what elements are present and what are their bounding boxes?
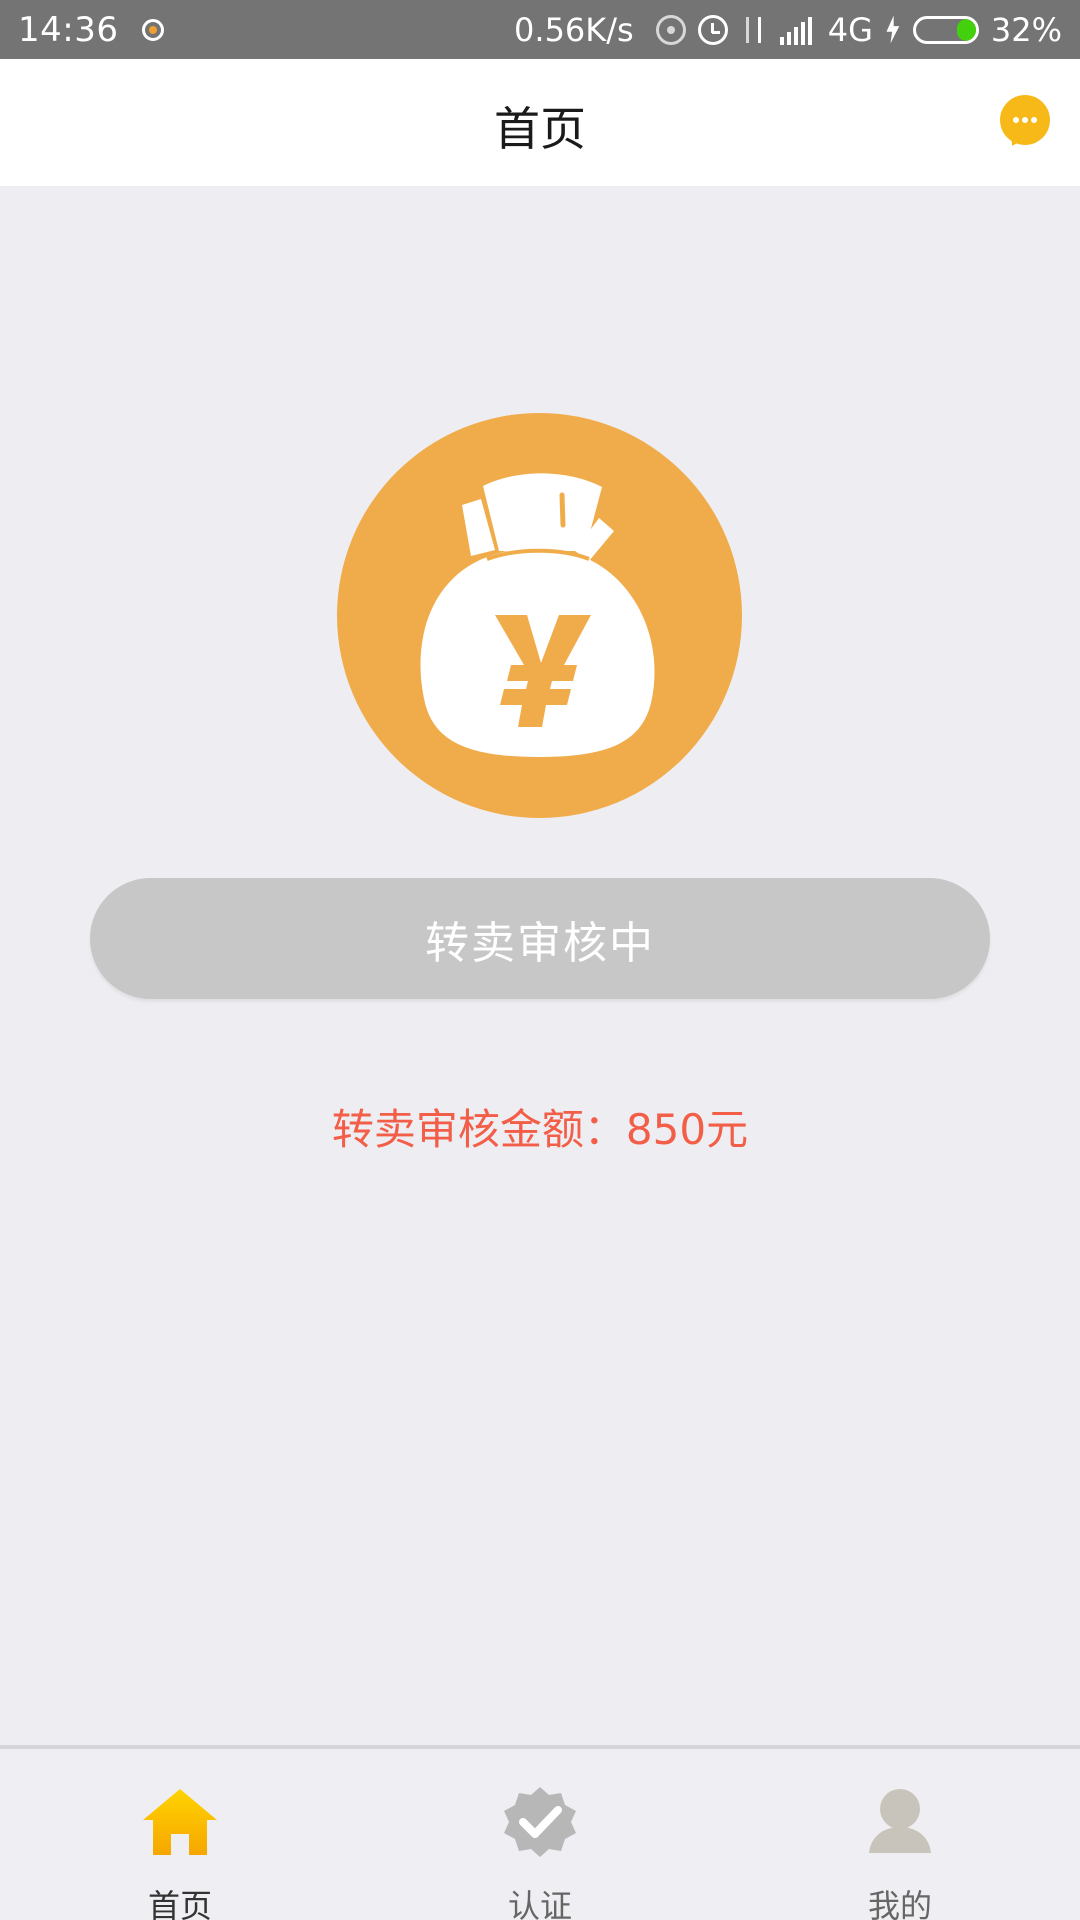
- data-transfer-icon: [740, 15, 768, 45]
- battery-percent: 32%: [990, 10, 1062, 49]
- status-time: 14:36: [18, 9, 119, 50]
- status-right-group: 0.56K/s 4G 32%: [514, 11, 1062, 49]
- status-bar: 14:36 0.56K/s 4G 32%: [0, 0, 1080, 59]
- resale-review-status-button[interactable]: 转卖审核中: [90, 878, 990, 999]
- network-type: 4G: [827, 10, 873, 49]
- nav-label-profile: 我的: [867, 1887, 932, 1920]
- nav-item-home[interactable]: 首页: [0, 1749, 360, 1920]
- network-speed: 0.56K/s: [514, 10, 634, 49]
- app-notification-icon: [142, 18, 165, 41]
- nav-label-home: 首页: [147, 1887, 212, 1920]
- nav-item-profile[interactable]: 我的: [720, 1749, 1080, 1920]
- review-amount-text: 转卖审核金额：850元: [331, 1105, 749, 1154]
- home-icon: [143, 1789, 217, 1855]
- header: 首页: [0, 59, 1080, 186]
- page-title: 首页: [494, 102, 586, 156]
- alarm-icon: [697, 14, 728, 45]
- money-bag-svg: [420, 473, 655, 757]
- battery-fill: [956, 18, 976, 41]
- charging-icon: [886, 15, 900, 44]
- nav-item-verify[interactable]: 认证: [360, 1749, 720, 1920]
- money-bag-yen-icon: [337, 413, 742, 818]
- verified-badge-icon: [504, 1787, 576, 1857]
- user-profile-icon: [869, 1789, 931, 1853]
- app-screen: 14:36 0.56K/s 4G 32% 首页 转卖审核中 转卖审核金额：850…: [0, 0, 1080, 1920]
- signal-icon: [779, 15, 816, 45]
- chat-bubble-icon[interactable]: [1000, 95, 1050, 145]
- bottom-navigation: 首页 认证 我的: [0, 1745, 1080, 1920]
- nav-label-verify: 认证: [507, 1887, 572, 1920]
- hotspot-icon: [655, 14, 686, 45]
- battery-icon: [912, 15, 979, 44]
